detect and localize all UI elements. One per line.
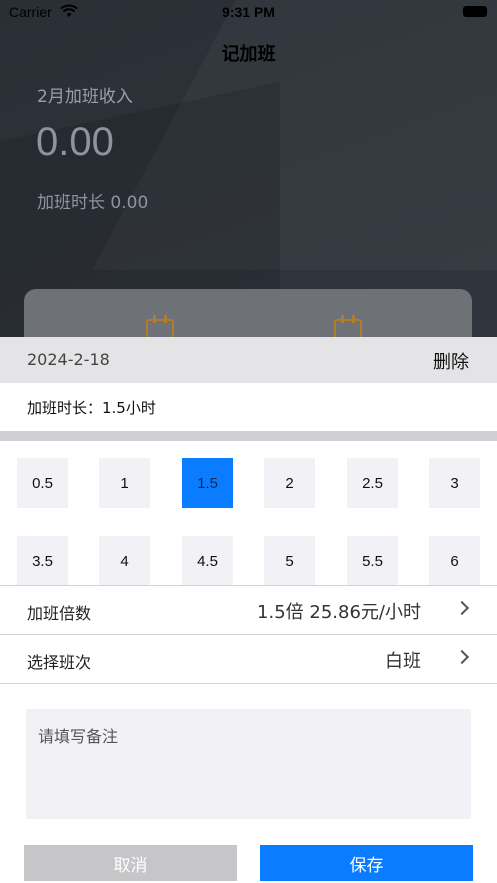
shift-value: 白班 — [385, 651, 421, 672]
cancel-button[interactable]: 取消 — [24, 845, 237, 881]
page-title: 记加班 — [221, 44, 276, 65]
save-button[interactable]: 保存 — [260, 845, 473, 881]
income-value: 0.00 — [36, 120, 114, 164]
delete-button[interactable]: 删除 — [433, 348, 469, 374]
hour-option-2-5[interactable]: 2.5 — [347, 458, 398, 508]
hour-option-5-5[interactable]: 5.5 — [347, 536, 398, 586]
multiplier-value: 1.5倍 25.86元/小时 — [257, 602, 421, 623]
hour-option-4[interactable]: 4 — [99, 536, 150, 586]
note-field[interactable]: 请填写备注 — [26, 709, 471, 819]
battery-icon — [463, 6, 487, 17]
hours-grid: 0.5 1 1.5 2 2.5 3 3.5 4 4.5 5 5.5 6 — [0, 441, 497, 586]
overtime-entry-sheet: 2024-2-18 删除 加班时长：1.5小时 0.5 1 1.5 2 2.5 … — [0, 337, 497, 883]
month-income-label: 2月加班收入 — [37, 87, 133, 107]
overtime-hours-summary: 加班时长 0.00 — [37, 193, 149, 213]
duration-row: 加班时长：1.5小时 — [0, 383, 497, 431]
shift-row[interactable]: 选择班次 白班 — [0, 635, 497, 684]
shift-label: 选择班次 — [27, 653, 92, 672]
status-bar: Carrier 9:31 PM — [0, 0, 497, 26]
hour-option-6[interactable]: 6 — [429, 536, 480, 586]
hour-option-3[interactable]: 3 — [429, 458, 480, 508]
hour-option-1[interactable]: 1 — [99, 458, 150, 508]
hour-option-5[interactable]: 5 — [264, 536, 315, 586]
entry-date: 2024-2-18 — [27, 350, 110, 369]
hour-option-0-5[interactable]: 0.5 — [17, 458, 68, 508]
multiplier-label: 加班倍数 — [27, 604, 92, 623]
hour-option-4-5[interactable]: 4.5 — [182, 536, 233, 586]
row-divider — [0, 683, 497, 684]
clock: 9:31 PM — [222, 4, 275, 20]
multiplier-row[interactable]: 加班倍数 1.5倍 25.86元/小时 — [0, 586, 497, 635]
chevron-right-icon — [454, 649, 470, 665]
section-divider — [0, 431, 497, 441]
chevron-right-icon — [454, 600, 470, 616]
hour-option-3-5[interactable]: 3.5 — [17, 536, 68, 586]
note-placeholder: 请填写备注 — [38, 727, 119, 746]
hour-option-2[interactable]: 2 — [264, 458, 315, 508]
duration-text: 加班时长：1.5小时 — [27, 399, 156, 417]
sheet-header: 2024-2-18 删除 — [0, 337, 497, 383]
hour-option-1-5-selected[interactable]: 1.5 — [182, 458, 233, 508]
